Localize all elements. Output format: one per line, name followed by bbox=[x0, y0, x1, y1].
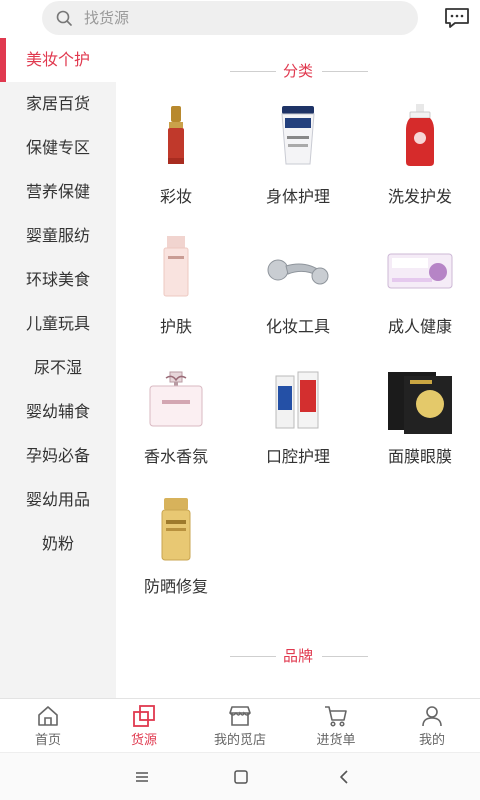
sidebar-item-kids-clothing[interactable]: 婴童服纺 bbox=[0, 214, 116, 258]
perfume-image bbox=[149, 371, 203, 427]
system-nav-bar bbox=[0, 752, 480, 800]
category-makeup-tools[interactable]: 化妆工具 bbox=[238, 232, 358, 352]
tab-home[interactable]: 首页 bbox=[0, 699, 96, 753]
sidebar-item-beauty[interactable]: 美妆个护 bbox=[0, 38, 116, 82]
sidebar-item-health[interactable]: 保健专区 bbox=[0, 126, 116, 170]
menu-icon[interactable] bbox=[134, 769, 150, 785]
category-sunscreen[interactable]: 防晒修复 bbox=[116, 492, 236, 612]
category-label: 化妆工具 bbox=[265, 317, 330, 336]
category-adult-health[interactable]: 成人健康 bbox=[360, 232, 480, 352]
sidebar-item-toys[interactable]: 儿童玩具 bbox=[0, 302, 116, 346]
source-icon bbox=[133, 705, 155, 727]
category-masks[interactable]: 面膜眼膜 bbox=[360, 362, 480, 482]
home-nav-icon[interactable] bbox=[233, 769, 249, 785]
divider bbox=[322, 656, 368, 657]
sidebar-item-nutrition[interactable]: 营养保健 bbox=[0, 170, 116, 214]
category-label: 口腔护理 bbox=[265, 447, 330, 466]
tab-cart[interactable]: 进货单 bbox=[288, 699, 384, 753]
category-content: 分类 彩妆 身体护理 洗发护发 护肤 化妆工具 成人健康 香水香氛 口腔护理 面… bbox=[116, 38, 480, 698]
cart-icon bbox=[325, 706, 347, 727]
sidebar-item-baby-food[interactable]: 婴幼辅食 bbox=[0, 390, 116, 434]
masks-image bbox=[388, 372, 452, 434]
skincare-image bbox=[163, 236, 189, 297]
top-bar: 找货源 bbox=[0, 0, 480, 38]
sidebar-item-diapers[interactable]: 尿不湿 bbox=[0, 346, 116, 390]
tab-my-store[interactable]: 我的觅店 bbox=[192, 699, 288, 753]
category-perfume[interactable]: 香水香氛 bbox=[116, 362, 236, 482]
tab-profile[interactable]: 我的 bbox=[384, 699, 480, 753]
category-label: 彩妆 bbox=[159, 187, 192, 206]
back-icon[interactable] bbox=[336, 769, 352, 785]
tab-label: 货源 bbox=[130, 733, 157, 748]
sidebar-item-baby-supplies[interactable]: 婴幼用品 bbox=[0, 478, 116, 522]
sunscreen-image bbox=[161, 498, 191, 561]
search-placeholder: 找货源 bbox=[84, 9, 130, 27]
sidebar-item-global-food[interactable]: 环球美食 bbox=[0, 258, 116, 302]
tab-label: 我的 bbox=[418, 733, 445, 748]
tab-label: 我的觅店 bbox=[213, 733, 266, 748]
adult-health-image bbox=[387, 253, 453, 289]
category-hair-care[interactable]: 洗发护发 bbox=[360, 102, 480, 222]
tab-label: 进货单 bbox=[316, 733, 356, 748]
makeup-tools-image bbox=[267, 259, 329, 285]
category-label: 护肤 bbox=[159, 317, 192, 336]
category-body-care[interactable]: 身体护理 bbox=[238, 102, 358, 222]
message-icon[interactable] bbox=[444, 7, 470, 29]
divider bbox=[230, 656, 276, 657]
oral-care-image bbox=[275, 371, 319, 429]
category-sidebar: 美妆个护 家居百货 保健专区 营养保健 婴童服纺 环球美食 儿童玩具 尿不湿 婴… bbox=[0, 38, 116, 698]
bottom-tab-bar: 首页 货源 我的觅店 进货单 我的 bbox=[0, 698, 480, 752]
body-care-image bbox=[281, 106, 315, 165]
home-icon bbox=[38, 706, 58, 726]
hair-care-image bbox=[406, 104, 434, 166]
brand-section-header: 品牌 bbox=[116, 646, 480, 666]
section-title: 分类 bbox=[282, 62, 313, 80]
category-label: 身体护理 bbox=[265, 187, 330, 206]
search-icon bbox=[56, 10, 72, 26]
divider bbox=[230, 71, 276, 72]
search-bar[interactable]: 找货源 bbox=[42, 1, 418, 35]
category-label: 洗发护发 bbox=[387, 187, 452, 206]
tab-label: 首页 bbox=[34, 733, 61, 748]
profile-icon bbox=[422, 706, 442, 727]
category-makeup[interactable]: 彩妆 bbox=[116, 102, 236, 222]
makeup-image bbox=[168, 106, 184, 164]
category-label: 香水香氛 bbox=[143, 447, 208, 466]
category-oral-care[interactable]: 口腔护理 bbox=[238, 362, 358, 482]
category-skincare[interactable]: 护肤 bbox=[116, 232, 236, 352]
category-label: 防晒修复 bbox=[143, 577, 208, 596]
sidebar-item-home[interactable]: 家居百货 bbox=[0, 82, 116, 126]
category-label: 面膜眼膜 bbox=[387, 447, 452, 466]
store-icon bbox=[229, 706, 251, 726]
sidebar-item-maternity[interactable]: 孕妈必备 bbox=[0, 434, 116, 478]
divider bbox=[322, 71, 368, 72]
sidebar-item-milk-powder[interactable]: 奶粉 bbox=[0, 522, 116, 566]
category-label: 成人健康 bbox=[387, 317, 452, 336]
category-section-header: 分类 bbox=[116, 61, 480, 81]
tab-source[interactable]: 货源 bbox=[96, 699, 192, 753]
section-title: 品牌 bbox=[282, 647, 313, 665]
